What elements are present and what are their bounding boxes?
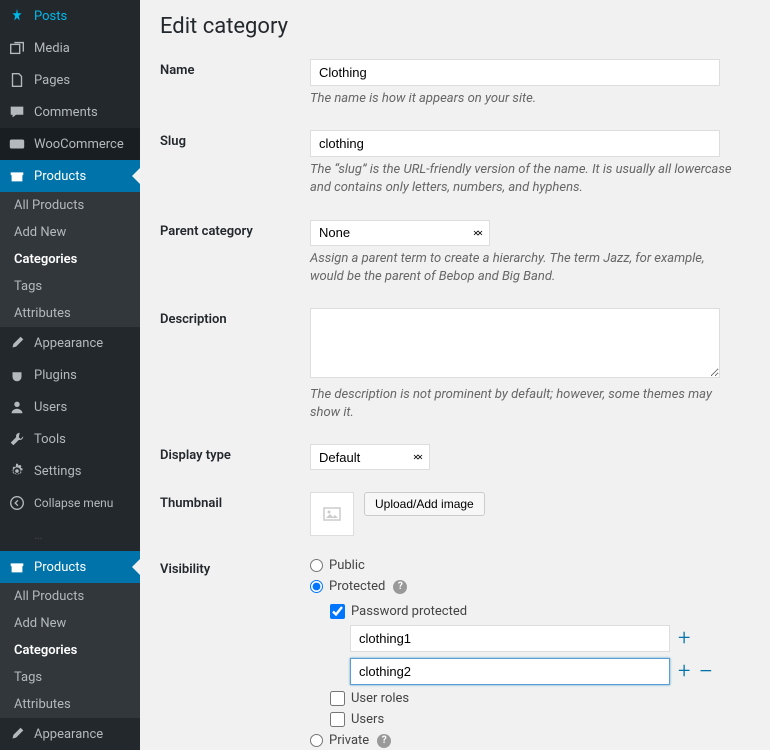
name-input[interactable] [310, 59, 720, 86]
submenu: All Products Add New Categories Tags Att… [0, 192, 140, 327]
submenu-categories-2[interactable]: Categories [0, 637, 140, 664]
main-content: Edit category Name The name is how it ap… [140, 0, 770, 750]
page-icon [8, 71, 26, 89]
image-icon [322, 504, 342, 524]
page-title: Edit category [160, 10, 750, 39]
name-label: Name [160, 59, 310, 78]
user-roles-checkbox[interactable] [330, 691, 345, 706]
menu-comments[interactable]: Comments [0, 96, 140, 128]
display-type-select[interactable]: Default [310, 444, 430, 470]
menu-label: Plugins [34, 368, 77, 383]
visibility-public-radio[interactable] [310, 559, 323, 572]
menu-tools[interactable]: Tools [0, 423, 140, 455]
thumbnail-label: Thumbnail [160, 492, 310, 511]
brush-icon [8, 725, 26, 743]
gear-icon [8, 462, 26, 480]
woo-icon [8, 135, 26, 153]
menu-label: Pages [34, 73, 70, 88]
menu-appearance-2[interactable]: Appearance [0, 718, 140, 750]
submenu-attributes-2[interactable]: Attributes [0, 691, 140, 718]
parent-select[interactable]: None [310, 220, 490, 246]
menu-settings[interactable]: Settings [0, 455, 140, 487]
menu-label: WooCommerce [34, 137, 124, 152]
slug-input[interactable] [310, 130, 720, 157]
menu-media[interactable]: Media [0, 32, 140, 64]
user-roles-label: User roles [351, 691, 409, 706]
upload-image-button[interactable]: Upload/Add image [364, 492, 485, 516]
visibility-protected-label: Protected [329, 579, 385, 594]
help-icon[interactable]: ? [377, 734, 391, 748]
archive-icon [8, 558, 26, 576]
menu-label: Products [34, 169, 86, 184]
description-label: Description [160, 308, 310, 327]
thumbnail-placeholder [310, 492, 354, 536]
wrench-icon [8, 430, 26, 448]
plug-icon [8, 366, 26, 384]
user-icon [8, 398, 26, 416]
display-type-label: Display type [160, 444, 310, 463]
menu-label: Users [34, 400, 67, 415]
visibility-protected-radio[interactable] [310, 580, 323, 593]
menu-posts[interactable]: Posts [0, 0, 140, 32]
submenu-add-new-2[interactable]: Add New [0, 610, 140, 637]
visibility-private-radio[interactable] [310, 734, 323, 747]
menu-label: Posts [34, 9, 67, 24]
menu-label: Products [34, 560, 86, 575]
menu-appearance[interactable]: Appearance [0, 327, 140, 359]
admin-sidebar: Posts Media Pages Comments WooCommerce P… [0, 0, 140, 750]
submenu-2: All Products Add New Categories Tags Att… [0, 583, 140, 718]
add-password-icon[interactable]: + [678, 628, 690, 650]
menu-products-2[interactable]: Products [0, 551, 140, 583]
archive-icon [8, 167, 26, 185]
description-textarea[interactable] [310, 308, 720, 378]
pin-icon [8, 7, 26, 25]
submenu-all-products-2[interactable]: All Products [0, 583, 140, 610]
submenu-tags-2[interactable]: Tags [0, 664, 140, 691]
menu-label: Media [34, 41, 70, 56]
parent-description: Assign a parent term to create a hierarc… [310, 250, 740, 286]
collapse-menu[interactable]: Collapse menu [0, 487, 140, 519]
menu-unknown[interactable]: … [0, 519, 140, 551]
password-protected-checkbox[interactable] [330, 604, 345, 619]
slug-description: The “slug” is the URL-friendly version o… [310, 161, 740, 197]
menu-products[interactable]: Products [0, 160, 140, 192]
collapse-icon [8, 494, 26, 512]
visibility-public-label: Public [329, 558, 365, 573]
media-icon [8, 39, 26, 57]
users-checkbox[interactable] [330, 712, 345, 727]
submenu-tags[interactable]: Tags [0, 273, 140, 300]
name-description: The name is how it appears on your site. [310, 90, 740, 108]
menu-label: Comments [34, 105, 98, 120]
help-icon[interactable]: ? [393, 580, 407, 594]
collapse-label: Collapse menu [34, 496, 113, 510]
comment-icon [8, 103, 26, 121]
password-input-1[interactable] [350, 625, 670, 652]
submenu-attributes[interactable]: Attributes [0, 300, 140, 327]
menu-users[interactable]: Users [0, 391, 140, 423]
menu-plugins[interactable]: Plugins [0, 359, 140, 391]
menu-label: Appearance [34, 336, 103, 351]
users-label: Users [351, 712, 384, 727]
add-password-icon[interactable]: + [678, 661, 690, 683]
slug-label: Slug [160, 130, 310, 149]
description-description: The description is not prominent by defa… [310, 386, 740, 422]
menu-woocommerce[interactable]: WooCommerce [0, 128, 140, 160]
parent-label: Parent category [160, 220, 310, 239]
menu-label: Tools [34, 432, 66, 447]
visibility-private-label: Private [329, 733, 369, 748]
remove-password-icon[interactable]: − [698, 659, 713, 685]
menu-label: Appearance [34, 727, 103, 742]
visibility-label: Visibility [160, 558, 310, 577]
submenu-all-products[interactable]: All Products [0, 192, 140, 219]
password-protected-label: Password protected [351, 604, 467, 619]
submenu-categories[interactable]: Categories [0, 246, 140, 273]
brush-icon [8, 334, 26, 352]
password-input-2[interactable] [350, 658, 670, 685]
menu-pages[interactable]: Pages [0, 64, 140, 96]
menu-label: Settings [34, 464, 81, 479]
submenu-add-new[interactable]: Add New [0, 219, 140, 246]
